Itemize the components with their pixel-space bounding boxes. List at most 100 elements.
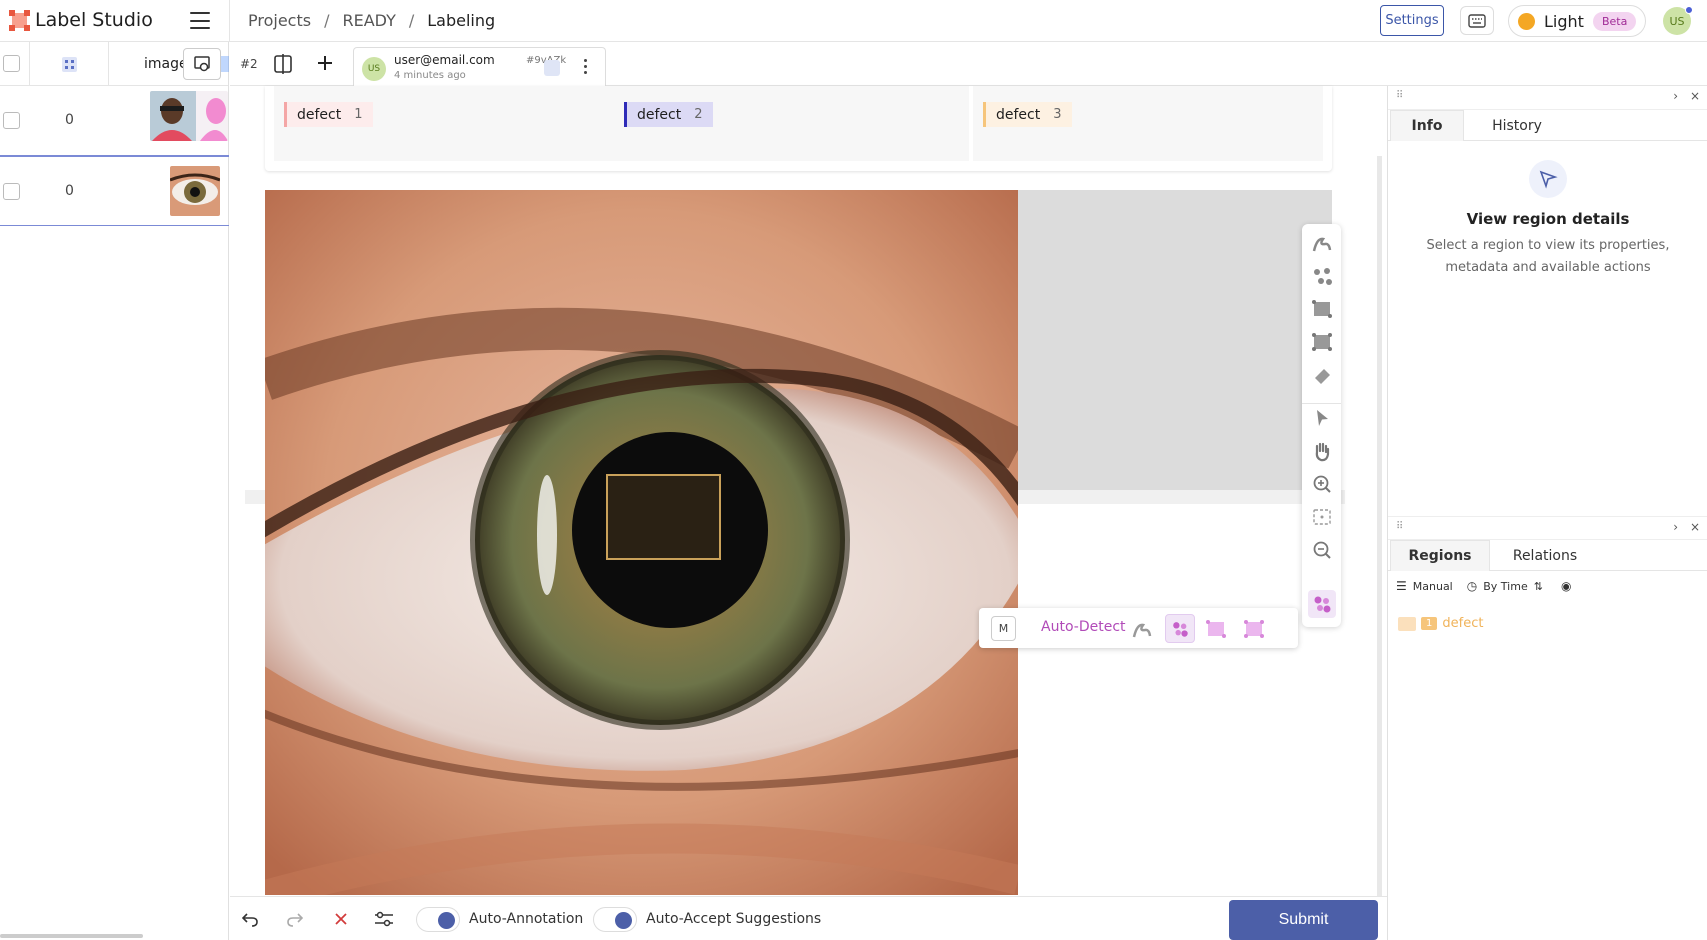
smart-brush-tool[interactable] (1129, 616, 1155, 642)
smart-rectangle-icon (1206, 620, 1226, 638)
breadcrumb-separator: / (324, 11, 330, 30)
smart-rectangle-tool[interactable] (1203, 616, 1229, 642)
task-row[interactable]: 0 (0, 86, 229, 156)
sliders-icon (375, 911, 393, 927)
settings-sliders-button[interactable] (374, 909, 394, 929)
label-defect-1[interactable]: defect 1 (284, 102, 373, 127)
auto-detect-tool[interactable] (1308, 590, 1336, 618)
region-label: defect (1442, 616, 1484, 631)
task-thumbnail (170, 166, 220, 216)
eraser-icon (1315, 369, 1330, 384)
image-canvas[interactable] (265, 190, 1018, 895)
smart-brush-icon (1132, 623, 1152, 638)
add-annotation-button[interactable] (316, 54, 334, 76)
menu-icon[interactable] (190, 12, 210, 29)
auto-annotation-toggle[interactable] (416, 907, 460, 932)
task-row[interactable]: 0 (0, 156, 229, 226)
zoom-fit-tool[interactable] (1308, 503, 1336, 531)
info-tabs: Info History (1388, 110, 1707, 141)
brush-tool[interactable] (1308, 229, 1336, 257)
group-manual-icon[interactable]: ☰ (1396, 579, 1407, 593)
fit-to-screen-icon (1313, 509, 1331, 525)
app-logo[interactable]: Label Studio (9, 9, 153, 31)
close-icon (335, 913, 347, 925)
task-row-checkbox[interactable] (3, 112, 20, 129)
beta-badge: Beta (1592, 11, 1637, 31)
tab-history[interactable]: History (1464, 110, 1570, 141)
undo-icon (242, 913, 258, 927)
column-image-header[interactable]: image (144, 56, 188, 72)
keyboard-icon (1468, 13, 1486, 28)
info-title: View region details (1466, 210, 1630, 228)
task-annotation-count: 0 (65, 183, 74, 199)
more-options-icon[interactable] (584, 59, 587, 74)
tab-regions[interactable]: Regions (1390, 540, 1490, 571)
label-defect-2[interactable]: defect 2 (624, 102, 713, 127)
zoom-out-tool[interactable] (1308, 536, 1336, 564)
horizontal-scrollbar[interactable] (0, 934, 143, 938)
zoom-in-tool[interactable] (1308, 470, 1336, 498)
drag-handle-icon[interactable]: ⠿ (1396, 521, 1403, 532)
region-list-item[interactable]: 1 defect (1398, 616, 1483, 631)
rect-3point-tool[interactable] (1308, 328, 1336, 356)
drag-handle-icon[interactable]: ⠿ (1396, 90, 1403, 101)
visibility-eye-icon[interactable]: ◉ (1561, 579, 1571, 593)
toggle-view-button[interactable] (183, 48, 221, 80)
smart-keypoint-tool[interactable] (1165, 614, 1195, 643)
compare-view-button[interactable] (274, 54, 292, 78)
close-panel-icon[interactable]: × (1690, 89, 1700, 103)
task-number: #2 (240, 57, 258, 71)
zoom-out-icon (1313, 541, 1331, 559)
label-name: defect (637, 106, 682, 123)
task-thumbnail (150, 91, 228, 141)
top-bar: Label Studio Projects / READY / Labeling… (0, 0, 1707, 42)
tab-info[interactable]: Info (1390, 110, 1464, 141)
pan-tool[interactable] (1308, 437, 1336, 465)
column-resize-handle[interactable] (221, 56, 229, 72)
region-bounding-box[interactable] (606, 474, 721, 560)
annotations-column-icon[interactable] (62, 57, 77, 72)
smart-rectangle-3-point-icon (1244, 620, 1264, 638)
user-avatar[interactable]: US (1663, 6, 1693, 35)
close-panel-icon[interactable]: × (1690, 520, 1700, 534)
annotator-avatar: US (362, 57, 386, 81)
redo-button[interactable] (285, 909, 305, 929)
divider (29, 42, 30, 86)
breadcrumb-project[interactable]: READY (342, 11, 395, 30)
theme-toggle[interactable]: Light Beta (1508, 5, 1646, 37)
rectangle-tool[interactable] (1308, 295, 1336, 323)
collapse-icon[interactable]: › (1673, 89, 1678, 103)
breadcrumb-projects[interactable]: Projects (248, 11, 311, 30)
label-name: defect (297, 106, 342, 123)
label-group: defect 2 (614, 86, 969, 161)
smart-rect-3point-tool[interactable] (1241, 616, 1267, 642)
vertical-scrollbar[interactable] (1377, 156, 1382, 896)
submit-button[interactable]: Submit (1229, 900, 1378, 940)
regions-tabs: Regions Relations (1388, 540, 1707, 571)
labeling-canvas: defect 1 defect 2 defect 3 M Auto-Detect (230, 86, 1387, 896)
task-row-checkbox[interactable] (3, 183, 20, 200)
undo-button[interactable] (240, 909, 260, 929)
sort-direction-icon[interactable]: ⇅ (1534, 580, 1543, 593)
sort-manual-button[interactable]: Manual (1413, 580, 1453, 593)
annotation-tab[interactable]: US user@email.com #9vAZk 4 minutes ago (353, 47, 606, 86)
keyboard-shortcuts-button[interactable] (1460, 6, 1494, 35)
settings-button[interactable]: Settings (1380, 5, 1444, 36)
notification-badge (1685, 6, 1693, 14)
smart-keypoints-icon (1173, 621, 1188, 637)
label-defect-3[interactable]: defect 3 (983, 102, 1072, 127)
panel-header: ⠿ › × (1388, 516, 1707, 540)
select-all-checkbox[interactable] (3, 55, 20, 72)
select-tool[interactable] (1308, 404, 1336, 432)
cursor-pointer-icon (1529, 160, 1567, 198)
sort-by-time-button[interactable]: By Time (1483, 580, 1527, 593)
collapse-icon[interactable]: › (1673, 520, 1678, 534)
tab-relations[interactable]: Relations (1490, 540, 1600, 571)
app-name: Label Studio (35, 9, 153, 31)
eraser-tool[interactable] (1308, 361, 1336, 389)
auto-accept-label: Auto-Accept Suggestions (646, 911, 822, 927)
label-group: defect 1 (274, 86, 615, 161)
auto-accept-toggle[interactable] (593, 907, 637, 932)
keypoint-tool[interactable] (1308, 262, 1336, 290)
reset-button[interactable] (331, 909, 351, 929)
